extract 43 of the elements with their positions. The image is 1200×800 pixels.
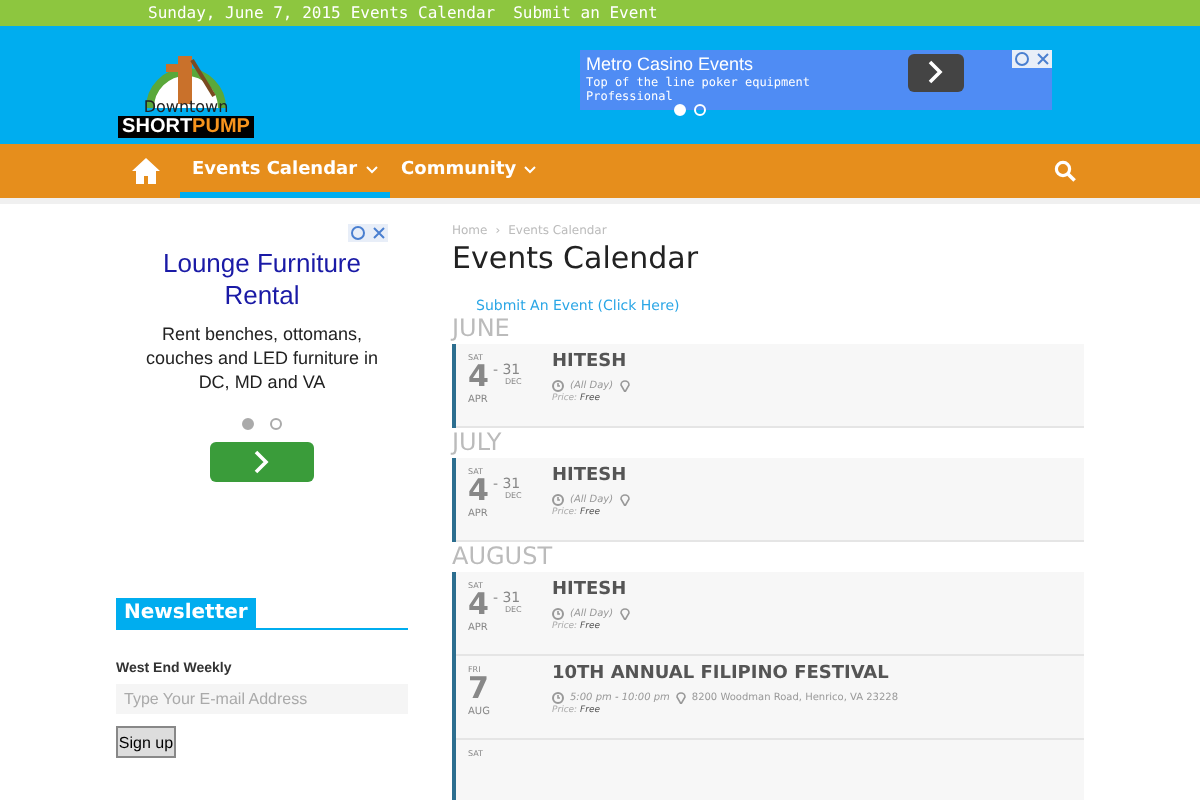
page-title: Events Calendar [452, 238, 699, 278]
sign-up-button[interactable]: Sign up [116, 726, 176, 758]
location-pin-icon [619, 606, 630, 620]
event-title[interactable]: HITESH [552, 352, 630, 374]
logo-text: Downtown [143, 100, 229, 116]
logo[interactable]: Downtown SHORTPUMP [116, 40, 256, 138]
email-field[interactable]: Type Your E-mail Address [116, 684, 408, 714]
clock-icon [552, 691, 564, 703]
logo-text: PUMP [192, 116, 250, 138]
date-text: Sunday, June 7, 2015 [148, 2, 341, 26]
ad-info-close-icon[interactable] [348, 224, 388, 242]
chevron-right-icon [254, 450, 270, 474]
location-pin-icon [675, 690, 686, 704]
month-heading: JULY [452, 430, 502, 456]
day-number: 4 [468, 590, 489, 620]
caret-icon [524, 165, 537, 174]
clock-icon [552, 607, 564, 619]
clock-icon [552, 379, 564, 391]
search-icon[interactable] [1054, 160, 1076, 182]
ad-title: Metro Casino Events [586, 53, 756, 75]
ad-info-close-icon[interactable] [1012, 49, 1052, 67]
carousel-dot[interactable] [270, 418, 282, 430]
logo-text: SHORT [122, 116, 193, 138]
ad-text: Rent benches, ottomans, couches and LED furniture in DC, MD and VA [143, 322, 381, 394]
month-heading: JUNE [452, 316, 510, 342]
next-button[interactable] [908, 53, 964, 91]
day-number: 4 [468, 476, 489, 506]
month-heading: AUGUST [452, 544, 553, 570]
caret-icon [365, 165, 378, 174]
event-title[interactable]: 10TH ANNUAL FILIPINO FESTIVAL [552, 664, 899, 686]
location-pin-icon [619, 492, 630, 506]
carousel-dot[interactable] [242, 418, 254, 430]
day-number: 4 [468, 362, 489, 392]
chevron-right-icon [928, 60, 944, 84]
clock-icon [552, 493, 564, 505]
location-pin-icon [619, 378, 630, 392]
day-number: 7 [468, 674, 489, 704]
home-icon[interactable] [132, 158, 160, 184]
ad-title: Lounge Furniture Rental [160, 248, 363, 312]
event-title[interactable]: HITESH [552, 466, 630, 488]
event-title[interactable]: HITESH [552, 580, 630, 602]
section-heading: Newsletter [116, 598, 256, 628]
ad-panel[interactable]: Lounge Furniture Rental Rent benches, ottomans, couches and LED furniture in DC, MD and VA [116, 216, 408, 548]
